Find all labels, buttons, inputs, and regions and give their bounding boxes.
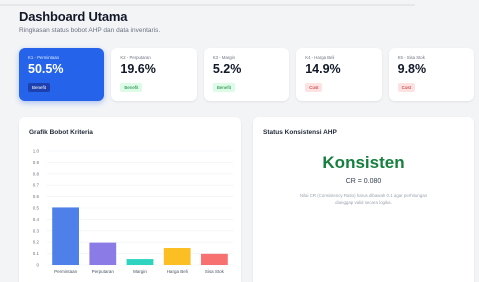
bar-permintaan[interactable] (52, 207, 79, 265)
kpi-card-k1[interactable]: K1 - Permintaan 50.5% Benefit (19, 48, 105, 101)
status-card-title: Status Konsistensi AHP (263, 129, 337, 136)
y-tick-label: 0.6 (33, 194, 40, 199)
top-divider (0, 4, 415, 6)
kpi-value: 9.8% (397, 62, 427, 76)
kpi-card-k3[interactable]: K3 - Margin 5.2% Benefit (203, 48, 290, 101)
bar-sisa-stok[interactable] (201, 253, 228, 265)
y-tick-label: 0.4 (33, 217, 40, 222)
kpi-value: 50.5% (28, 62, 64, 76)
consistency-ratio: CR = 0.080 (345, 178, 382, 185)
page-title: Dashboard Utama (19, 9, 128, 24)
kpi-label: K5 - Sisa Stok (397, 55, 425, 60)
kpi-label: K1 - Permintaan (28, 55, 60, 60)
y-tick-label: 0.9 (33, 160, 40, 165)
y-tick-label: 1.0 (33, 149, 40, 154)
dashboard-page: Dashboard Utama Ringkasan status bobot A… (0, 0, 479, 282)
kpi-label: K3 - Margin (212, 55, 236, 60)
kpi-card-k4[interactable]: K4 - Harga Beli 14.9% Cost (296, 48, 382, 101)
criteria-weight-chart: 0 0.1 0.2 0.3 0.4 0.5 0.6 0.7 0.8 0.9 1.0 Permintaa… (33, 149, 233, 274)
bar-margin[interactable] (126, 259, 154, 265)
page-subtitle: Ringkasan status bobot AHP dan data inve… (19, 27, 161, 34)
y-tick-label: 0.1 (33, 251, 40, 256)
kpi-card-k2[interactable]: K2 - Perputaran 19.6% Benefit (111, 48, 197, 101)
bar-perputaran[interactable] (89, 242, 117, 265)
kpi-row: K1 - Permintaan 50.5% Benefit K2 - Perpu… (19, 48, 475, 101)
consistency-note: Nilai CR (Consistency Ratio) harus dibaw… (299, 193, 428, 205)
x-tick-label: Sisa Stok (205, 269, 225, 274)
kpi-badge: Cost (305, 83, 323, 92)
kpi-value: 14.9% (305, 62, 341, 76)
y-tick-label: 0.3 (33, 228, 40, 233)
kpi-value: 19.6% (120, 62, 156, 76)
kpi-value: 5.2% (212, 62, 242, 76)
y-tick-label: 0.8 (33, 171, 40, 176)
x-tick-label: Permintaan (54, 269, 78, 274)
y-tick-label: 0 (36, 263, 39, 268)
kpi-badge: Benefit (28, 83, 51, 92)
x-tick-label: Perputaran (92, 269, 115, 274)
kpi-label: K4 - Harga Beli (305, 55, 335, 60)
kpi-badge: Benefit (212, 83, 235, 92)
bar-harga-beli[interactable] (163, 248, 191, 265)
x-tick-label: Harga Beli (167, 269, 188, 274)
y-tick-label: 0.2 (33, 240, 40, 245)
y-tick-label: 0.7 (33, 183, 40, 188)
chart-card: Grafik Bobot Kriteria 0 0.1 0.2 0.3 0.4 0.5 0.… (19, 117, 241, 282)
kpi-badge: Benefit (120, 83, 143, 92)
kpi-card-k5[interactable]: K5 - Sisa Stok 9.8% Cost (388, 48, 475, 101)
x-tick-label: Margin (133, 269, 147, 274)
consistency-status: Konsisten (322, 153, 405, 172)
y-tick-label: 0.5 (33, 206, 40, 211)
kpi-badge: Cost (397, 83, 415, 92)
status-card: Status Konsistensi AHP Konsisten CR = 0.… (253, 117, 474, 282)
kpi-label: K2 - Perputaran (120, 55, 151, 60)
page-header: Dashboard Utama Ringkasan status bobot A… (19, 9, 160, 34)
